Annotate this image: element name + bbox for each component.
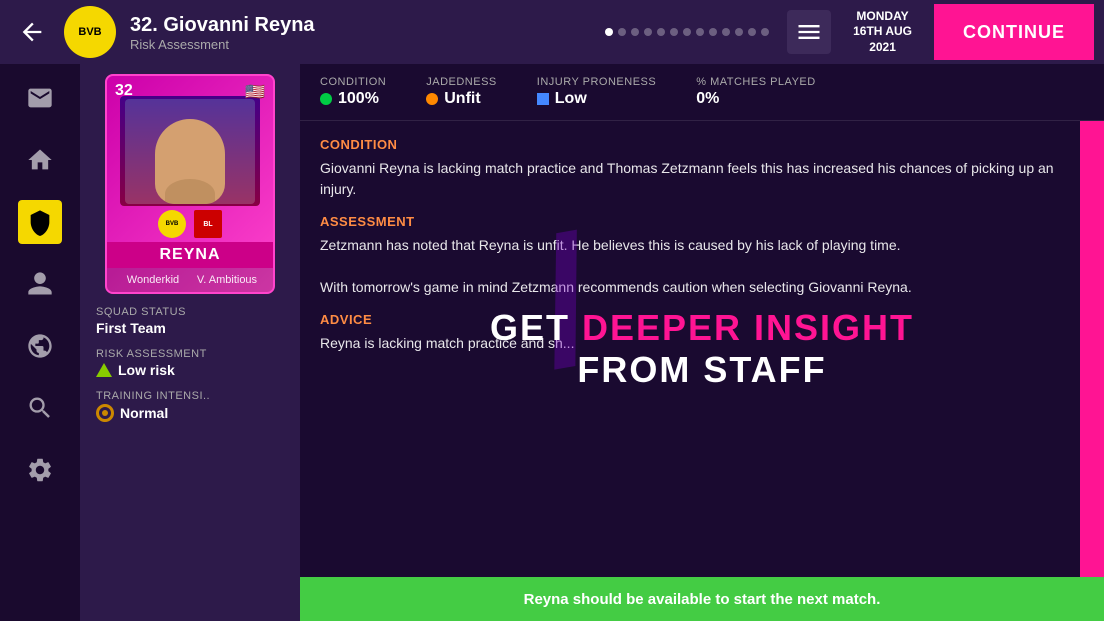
sidebar-item-globe[interactable] [18, 324, 62, 368]
continue-button[interactable]: CONTINUE [934, 4, 1094, 60]
sidebar-item-home[interactable] [18, 138, 62, 182]
risk-row: Low risk [96, 362, 284, 378]
card-attributes: Wonderkid V. Ambitious [107, 268, 273, 292]
right-panel: CONDITION 100% JADEDNESS Unfit INJURY PR… [300, 64, 1104, 621]
stats-row: CONDITION 100% JADEDNESS Unfit INJURY PR… [300, 64, 1104, 121]
training-circle-icon [96, 404, 114, 422]
squad-status-value: First Team [96, 320, 284, 336]
jadedness-indicator [426, 93, 438, 105]
sidebar-item-mail[interactable] [18, 76, 62, 120]
player-info: 32. Giovanni Reyna Risk Assessment [130, 13, 595, 52]
player-name: 32. Giovanni Reyna [130, 13, 595, 37]
risk-assessment-block: RISK ASSESSMENT Low risk [96, 348, 284, 378]
risk-label: RISK ASSESSMENT [96, 348, 284, 360]
dot-2[interactable] [618, 28, 626, 36]
club-logo: BVB [64, 6, 116, 58]
left-sidebar [0, 64, 80, 621]
sidebar-item-person[interactable] [18, 262, 62, 306]
card-name-bar: REYNA [107, 242, 273, 268]
injury-value: Low [537, 90, 656, 108]
squad-status-label: SQUAD STATUS [96, 306, 284, 318]
top-bar: BVB 32. Giovanni Reyna Risk Assessment M… [0, 0, 1104, 64]
player-card-area: 32 🇺🇸 BVB BL REYNA Wonderkid V. Ambitiou… [80, 64, 300, 621]
condition-label: CONDITION [320, 76, 386, 88]
condition-value: 100% [320, 90, 386, 108]
condition-section-text: Giovanni Reyna is lacking match practice… [320, 158, 1084, 200]
advice-section-title: ADVICE [320, 312, 1084, 327]
dot-8[interactable] [696, 28, 704, 36]
assessment-section-title: ASSESSMENT [320, 214, 1084, 229]
promo-from-staff: FROM STAFF [490, 349, 914, 391]
bvb-logo-small: BVB [158, 210, 186, 238]
sidebar-item-settings[interactable] [18, 448, 62, 492]
dot-3[interactable] [631, 28, 639, 36]
face-shape [155, 119, 225, 204]
back-button[interactable] [10, 10, 54, 54]
player-card: 32 🇺🇸 BVB BL REYNA Wonderkid V. Ambitiou… [105, 74, 275, 294]
assessment-section: ASSESSMENT Zetzmann has noted that Reyna… [320, 214, 1084, 298]
main-content: 32 🇺🇸 BVB BL REYNA Wonderkid V. Ambitiou… [0, 64, 1104, 621]
squad-status-block: SQUAD STATUS First Team [96, 306, 284, 336]
player-subtitle: Risk Assessment [130, 37, 595, 52]
dot-13[interactable] [761, 28, 769, 36]
card-logos: BVB BL [158, 210, 222, 238]
player-face [125, 99, 255, 204]
card-flag: 🇺🇸 [245, 82, 265, 102]
stat-injury: INJURY PRONENESS Low [537, 76, 656, 108]
stat-matches: % MATCHES PLAYED 0% [696, 76, 815, 108]
stat-jadedness: JADEDNESS Unfit [426, 76, 497, 108]
dot-6[interactable] [670, 28, 678, 36]
card-attr-2: V. Ambitious [191, 274, 263, 286]
dots-navigation [605, 28, 769, 36]
advice-section-text: Reyna is lacking match practice and sh..… [320, 333, 1084, 354]
squad-info: SQUAD STATUS First Team RISK ASSESSMENT … [90, 302, 290, 426]
menu-button[interactable] [787, 10, 831, 54]
content-area: CONDITION Giovanni Reyna is lacking matc… [300, 121, 1104, 577]
training-label: TRAINING INTENSI.. [96, 390, 284, 402]
bottom-text: Reyna should be available to start the n… [524, 591, 881, 608]
card-number: 32 [115, 82, 133, 100]
condition-indicator [320, 93, 332, 105]
sidebar-item-club[interactable] [18, 200, 62, 244]
dot-4[interactable] [644, 28, 652, 36]
bottom-bar: Reyna should be available to start the n… [300, 577, 1104, 621]
injury-indicator [537, 93, 549, 105]
dot-10[interactable] [722, 28, 730, 36]
dot-7[interactable] [683, 28, 691, 36]
card-attr-1: Wonderkid [117, 274, 189, 286]
date-display: MONDAY 16TH AUG 2021 [841, 9, 924, 56]
dot-12[interactable] [748, 28, 756, 36]
dot-11[interactable] [735, 28, 743, 36]
bundesliga-logo: BL [194, 210, 222, 238]
training-value: Normal [120, 405, 168, 421]
matches-value: 0% [696, 90, 815, 108]
condition-section-title: CONDITION [320, 137, 1084, 152]
risk-value: Low risk [118, 362, 175, 378]
stat-condition: CONDITION 100% [320, 76, 386, 108]
condition-section: CONDITION Giovanni Reyna is lacking matc… [320, 137, 1084, 200]
card-face [120, 96, 260, 206]
dot-5[interactable] [657, 28, 665, 36]
jadedness-value: Unfit [426, 90, 497, 108]
matches-label: % MATCHES PLAYED [696, 76, 815, 88]
training-row: Normal [96, 404, 284, 422]
training-block: TRAINING INTENSI.. Normal [96, 390, 284, 422]
jadedness-label: JADEDNESS [426, 76, 497, 88]
risk-triangle-icon [96, 363, 112, 377]
assessment-section-text: Zetzmann has noted that Reyna is unfit. … [320, 235, 1084, 298]
advice-section: ADVICE Reyna is lacking match practice a… [320, 312, 1084, 354]
dot-1[interactable] [605, 28, 613, 36]
sidebar-item-search[interactable] [18, 386, 62, 430]
dot-9[interactable] [709, 28, 717, 36]
injury-label: INJURY PRONENESS [537, 76, 656, 88]
